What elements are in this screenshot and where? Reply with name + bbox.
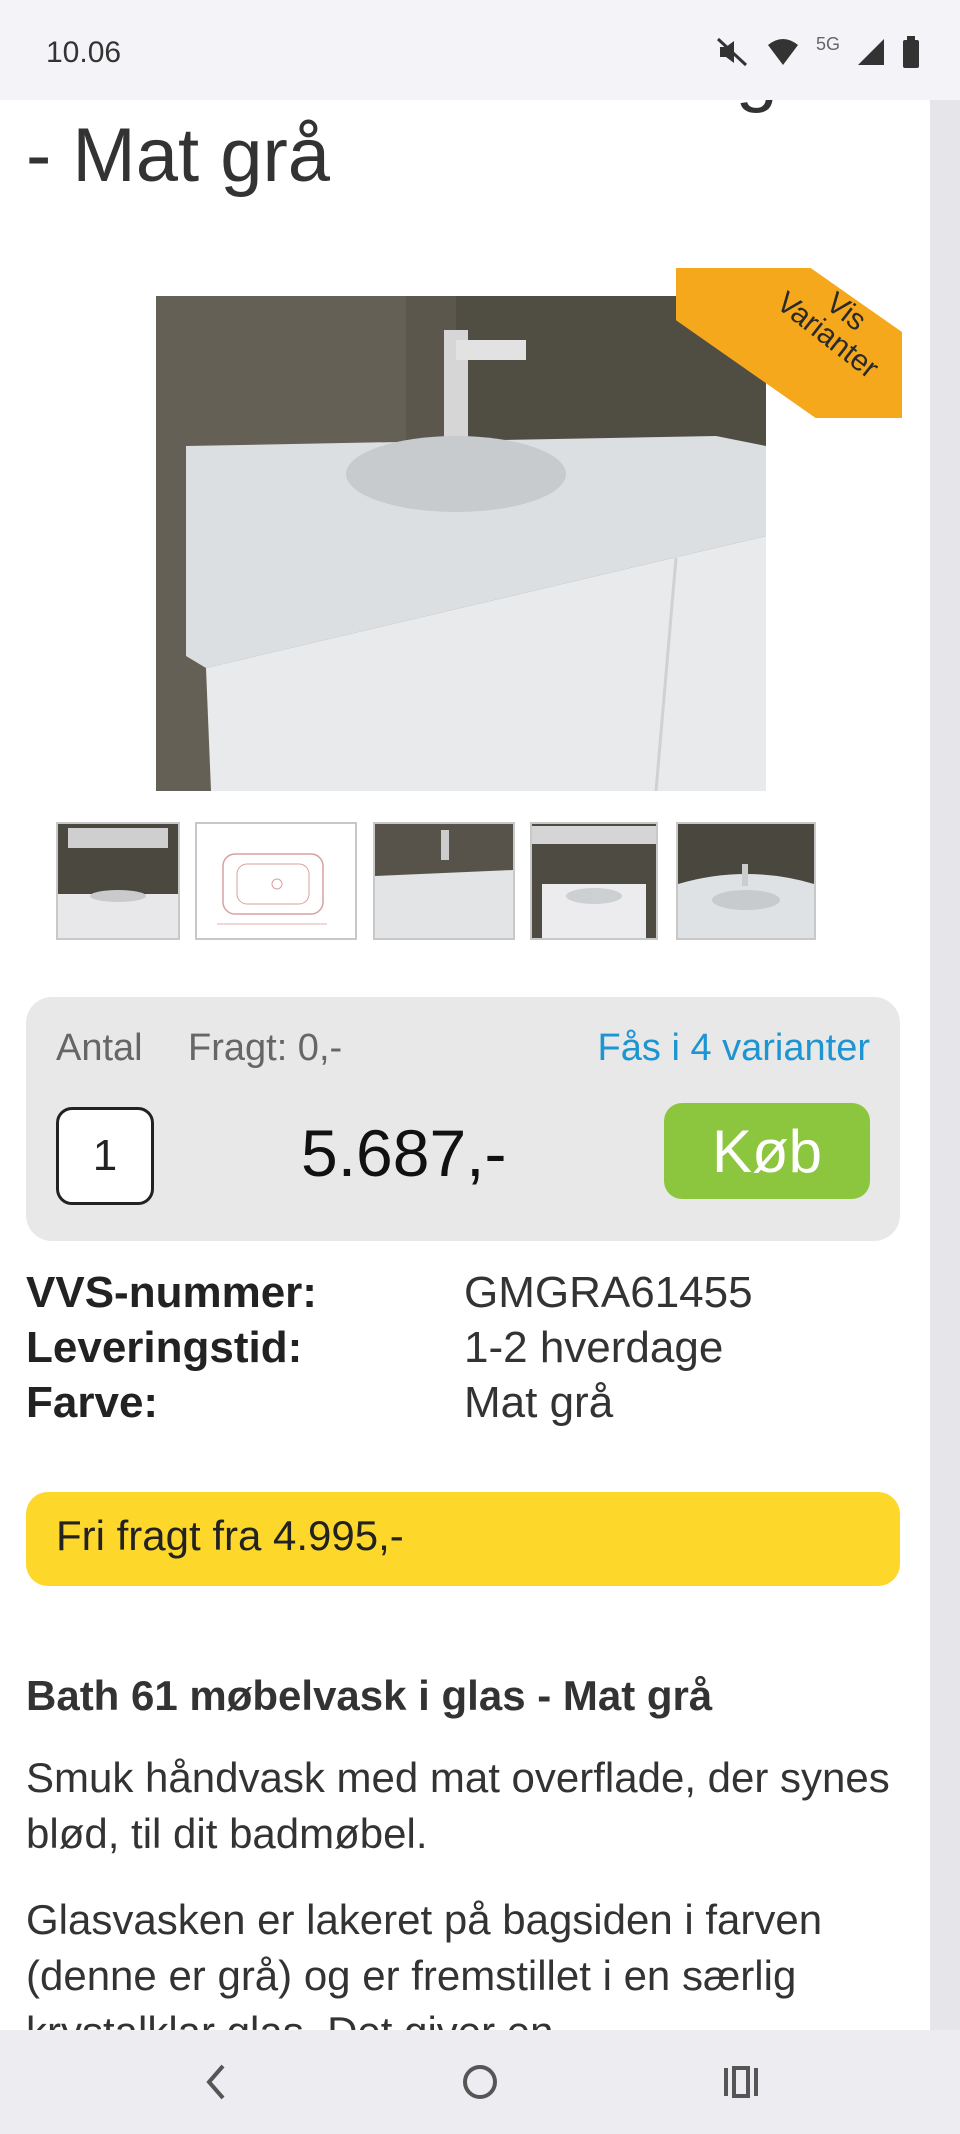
product-price: 5.687,- <box>301 1116 507 1190</box>
quantity-label: Antal <box>56 1027 143 1069</box>
spec-value: GMGRA61455 <box>464 1268 753 1317</box>
product-specs: VVS-nummer: GMGRA61455 Leveringstid: 1-2… <box>26 1268 906 1433</box>
freight-label: Fragt: 0,- <box>188 1027 343 1069</box>
mute-icon <box>716 37 750 67</box>
recents-icon <box>724 2066 758 2098</box>
variants-link[interactable]: Fås i 4 varianter <box>598 1027 870 1070</box>
thumbnail-5[interactable] <box>676 822 816 940</box>
home-button[interactable] <box>450 2056 510 2108</box>
signal-icon <box>856 37 886 67</box>
status-time: 10.06 <box>46 36 122 69</box>
spec-value: 1-2 hverdage <box>464 1323 724 1372</box>
recents-button[interactable] <box>712 2056 772 2108</box>
wifi-icon <box>766 37 800 67</box>
status-icons: 5G <box>716 33 920 68</box>
quantity-input[interactable]: 1 <box>56 1107 154 1205</box>
spec-value: Mat grå <box>464 1378 614 1427</box>
thumbnail-4[interactable] <box>530 822 658 940</box>
spec-key: Farve: <box>26 1378 159 1427</box>
home-icon <box>463 2065 497 2099</box>
thumbnail-1[interactable] <box>56 822 180 940</box>
description-paragraph-1: Smuk håndvask med mat overflade, der syn… <box>26 1754 890 1857</box>
back-button[interactable] <box>186 2056 246 2108</box>
thumbnail-2-drawing[interactable] <box>195 822 357 940</box>
free-shipping-banner: Fri fragt fra 4.995,- <box>26 1492 900 1586</box>
scrollbar[interactable] <box>930 100 960 2030</box>
purchase-box: Antal Fragt: 0,- Fås i 4 varianter 1 5.6… <box>26 997 900 1241</box>
status-bar: 10.06 5G <box>0 0 960 100</box>
page-content: Bath 61 møbelvask i glas - Mat grå Vis V… <box>0 100 930 2030</box>
spec-row-delivery: Leveringstid: 1-2 hverdage <box>26 1323 906 1378</box>
thumbnail-3[interactable] <box>373 822 515 940</box>
free-shipping-text: Fri fragt fra 4.995,- <box>56 1512 404 1559</box>
spec-key: VVS-nummer: <box>26 1268 317 1317</box>
system-nav-bar <box>0 2030 960 2134</box>
product-main-image[interactable] <box>156 296 766 791</box>
spec-key: Leveringstid: <box>26 1323 303 1372</box>
buy-button[interactable]: Køb <box>664 1103 870 1199</box>
description-heading: Bath 61 møbelvask i glas - Mat grå <box>26 1672 713 1719</box>
spec-row-vvs: VVS-nummer: GMGRA61455 <box>26 1268 906 1323</box>
spec-row-color: Farve: Mat grå <box>26 1378 906 1433</box>
battery-icon <box>902 36 920 68</box>
description-paragraph-2: Glasvasken er lakeret på bagsiden i farv… <box>26 1896 823 2030</box>
variants-ribbon[interactable]: Vis Varianter <box>676 268 902 418</box>
product-title: Bath 61 møbelvask i glas - Mat grå <box>26 100 875 198</box>
network-type: 5G <box>815 33 840 54</box>
back-icon <box>206 2064 225 2100</box>
